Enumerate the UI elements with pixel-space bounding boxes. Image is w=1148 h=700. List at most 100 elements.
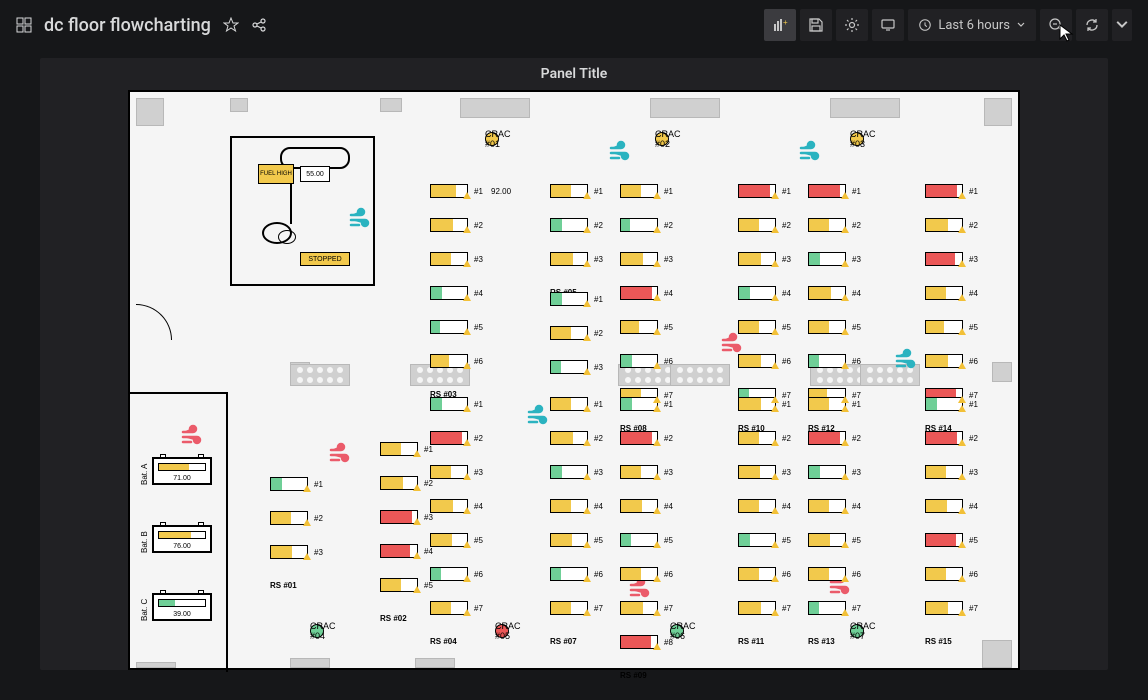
dashboard-title[interactable]: dc floor flowcharting: [44, 15, 211, 36]
rack-row: #1: [430, 397, 488, 411]
rack-group: #192.00#2#3#4#5#6RS #03: [430, 184, 515, 277]
rack-row: #6: [925, 354, 983, 368]
add-panel-button[interactable]: +: [764, 9, 796, 41]
warning-icon: [841, 396, 849, 403]
warning-icon: [463, 226, 471, 233]
rack-group-label: RS #07: [550, 637, 608, 646]
warning-icon: [771, 260, 779, 267]
battery-value: 71.00: [154, 475, 210, 482]
rack-row: #3: [550, 252, 608, 266]
rack-index: #5: [594, 536, 608, 545]
time-range-picker[interactable]: Last 6 hours: [908, 9, 1036, 41]
rack-index: #4: [782, 289, 796, 298]
pillar: [136, 98, 164, 126]
wall: [230, 284, 375, 286]
rack-row: #5: [808, 320, 866, 334]
warning-icon: [653, 643, 661, 650]
rack-row: #1: [808, 184, 866, 198]
warning-icon: [583, 439, 591, 446]
rack-row: #6: [620, 354, 678, 368]
airflow-icon: [608, 140, 632, 164]
warning-icon: [771, 473, 779, 480]
rack-row: #8: [620, 635, 678, 649]
panel-container: Panel Title FUEL HIGH 55.00: [0, 50, 1148, 670]
rack-row: #3: [270, 545, 328, 559]
rack-index: #3: [852, 468, 866, 477]
warning-icon: [958, 396, 966, 403]
battery-value: 76.00: [154, 543, 210, 550]
time-range-label: Last 6 hours: [938, 18, 1010, 33]
warning-icon: [653, 294, 661, 301]
rack-row: #6: [620, 567, 678, 581]
rack-row: #2: [925, 218, 983, 232]
warning-icon: [653, 609, 661, 616]
rack-group: #1#2#3#4#5#6#7RS #12: [808, 184, 866, 291]
rack-index: #3: [664, 468, 678, 477]
rack-row: #6: [430, 567, 488, 581]
generator-pump-icon: [278, 230, 296, 244]
rack-row: #3: [925, 465, 983, 479]
rack-row: #6: [430, 354, 515, 368]
rack-index: #5: [852, 323, 866, 332]
rack-row: #1: [808, 397, 866, 411]
pillar: [136, 662, 176, 668]
rack-row: #1: [550, 292, 608, 306]
rack-index: #1: [664, 187, 678, 196]
panel-title: Panel Title: [40, 66, 1108, 90]
rack-row: #2: [550, 326, 608, 340]
crac-label: CRAC #04: [310, 621, 336, 641]
rack-row: #2: [738, 431, 796, 445]
rack-index: #6: [782, 570, 796, 579]
rack-index: #5: [969, 536, 983, 545]
pillar: [460, 98, 530, 118]
rack-row: #5: [925, 320, 983, 334]
rack-index: #6: [664, 357, 678, 366]
warning-icon: [583, 541, 591, 548]
rack-row: #5: [808, 533, 866, 547]
rack-group-label: RS #04: [430, 637, 488, 646]
rack-index: #4: [474, 289, 488, 298]
pipe: [290, 184, 292, 224]
warning-icon: [303, 485, 311, 492]
rack-index: #3: [664, 255, 678, 264]
star-icon[interactable]: [223, 17, 239, 33]
rack-index: #3: [474, 468, 488, 477]
settings-button[interactable]: [836, 9, 868, 41]
rack-index: #4: [969, 502, 983, 511]
crac-label: CRAC #03: [850, 129, 876, 149]
rack-index: #4: [782, 502, 796, 511]
rack-index: #4: [664, 289, 678, 298]
warning-icon: [958, 294, 966, 301]
warning-icon: [463, 294, 471, 301]
save-button[interactable]: [800, 9, 832, 41]
rack-index: #5: [969, 323, 983, 332]
share-icon[interactable]: [251, 17, 267, 33]
rack-group: #1#2#3#4#5#6#7RS #04: [430, 397, 488, 504]
pillar: [290, 658, 330, 668]
rack-row: #6: [738, 354, 796, 368]
refresh-interval-button[interactable]: [1112, 9, 1132, 41]
rack-row: #5: [925, 533, 983, 547]
warning-icon: [653, 575, 661, 582]
warning-icon: [463, 192, 471, 199]
floor-grate: [670, 364, 730, 386]
rack-index: #4: [664, 502, 678, 511]
rack-index: #4: [852, 289, 866, 298]
rack-index: #5: [424, 581, 438, 590]
warning-icon: [958, 507, 966, 514]
pillar: [830, 98, 900, 118]
warning-icon: [841, 328, 849, 335]
warning-icon: [413, 450, 421, 457]
flowchart-panel[interactable]: Panel Title FUEL HIGH 55.00: [40, 58, 1108, 670]
rack-index: #6: [969, 570, 983, 579]
warning-icon: [463, 473, 471, 480]
warning-icon: [841, 541, 849, 548]
rack-index: #6: [594, 570, 608, 579]
pillar: [380, 98, 402, 112]
warning-icon: [958, 575, 966, 582]
rack-row: #3: [430, 252, 515, 266]
clock-icon: [918, 18, 932, 32]
rack-index: #7: [594, 604, 608, 613]
tv-mode-button[interactable]: [872, 9, 904, 41]
refresh-button[interactable]: [1076, 9, 1108, 41]
